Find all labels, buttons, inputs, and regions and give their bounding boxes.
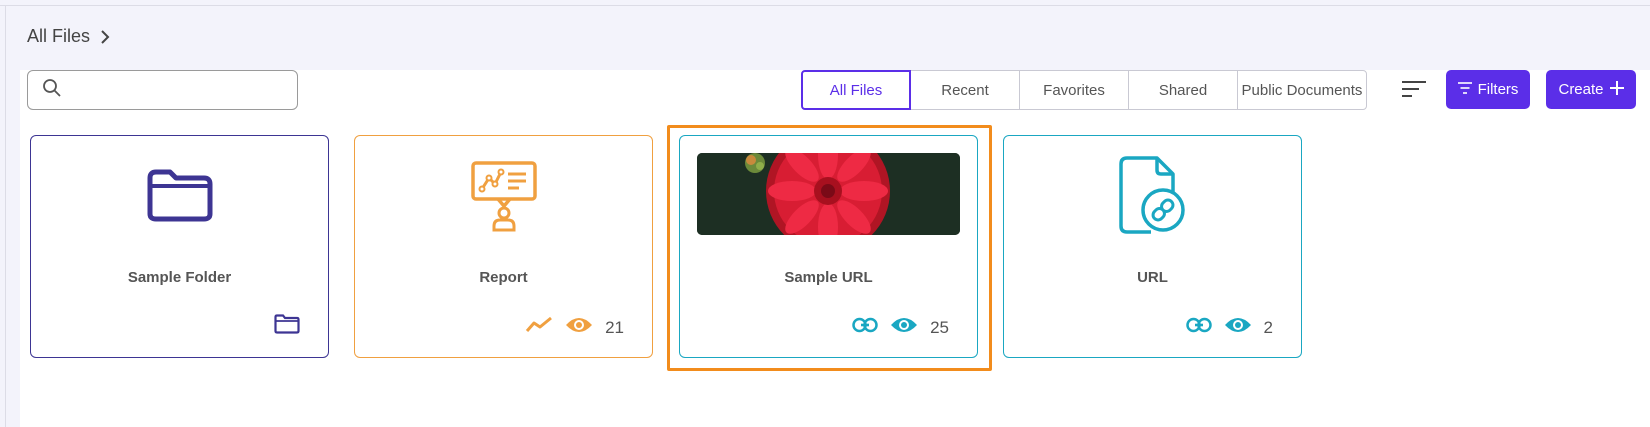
file-card-sample-url[interactable]: Sample URL 25 (679, 135, 978, 358)
card-title: Sample URL (784, 269, 873, 286)
tab-all-files[interactable]: All Files (801, 70, 911, 110)
file-card-report[interactable]: Report 21 (354, 135, 653, 358)
left-border (5, 6, 6, 427)
card-title: Report (479, 269, 528, 286)
filter-icon (1457, 81, 1472, 98)
report-icon (355, 160, 652, 232)
view-count: 25 (930, 317, 949, 337)
search-icon (42, 78, 62, 103)
image-thumbnail (697, 153, 960, 235)
tab-bar: All Files Recent Favorites Shared Public… (801, 70, 1367, 110)
create-button[interactable]: Create (1546, 70, 1636, 109)
card-title: Sample Folder (127, 269, 232, 286)
file-card-sample-folder[interactable]: Sample Folder (30, 135, 329, 358)
eye-icon (1224, 316, 1252, 339)
card-meta: 21 (525, 316, 624, 339)
link-icon (1185, 317, 1212, 338)
eye-icon (565, 316, 593, 339)
filters-button[interactable]: Filters (1446, 70, 1530, 109)
file-link-icon (1004, 156, 1301, 234)
create-label: Create (1558, 81, 1604, 98)
tab-recent[interactable]: Recent (910, 70, 1020, 110)
breadcrumb-all-files[interactable]: All Files (27, 26, 90, 47)
card-meta (274, 314, 300, 339)
breadcrumb: All Files (27, 26, 110, 47)
filters-label: Filters (1477, 81, 1519, 98)
view-count: 21 (605, 317, 624, 337)
chevron-right-icon (100, 29, 110, 44)
card-meta: 2 (1185, 316, 1273, 339)
sort-icon[interactable] (1402, 80, 1426, 103)
view-count: 2 (1263, 317, 1273, 337)
tab-shared[interactable]: Shared (1128, 70, 1238, 110)
search-box[interactable] (27, 70, 298, 110)
file-card-url[interactable]: URL 2 (1003, 135, 1302, 358)
trend-line-icon (525, 316, 553, 339)
eye-icon (890, 316, 918, 339)
card-title: URL (1137, 269, 1168, 286)
folder-icon (31, 168, 328, 222)
folder-small-icon (274, 314, 300, 339)
plus-icon (1609, 80, 1624, 99)
card-meta: 25 (852, 316, 949, 339)
search-input[interactable] (72, 81, 282, 99)
link-icon (852, 317, 878, 338)
tab-public-documents[interactable]: Public Documents (1237, 70, 1367, 110)
top-border (0, 0, 1650, 6)
tab-favorites[interactable]: Favorites (1019, 70, 1129, 110)
